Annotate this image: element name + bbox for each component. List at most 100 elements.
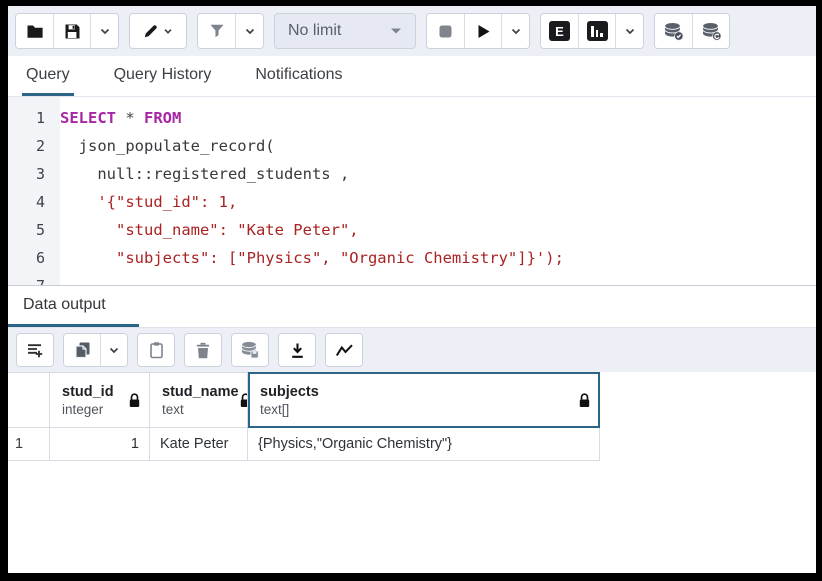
line-number: 2 [8, 132, 60, 160]
column-name: subjects [260, 384, 319, 400]
explain-analyze-button[interactable] [578, 14, 615, 48]
tab-query[interactable]: Query [22, 56, 74, 96]
pencil-icon [142, 23, 159, 40]
delete-row-button[interactable] [185, 334, 221, 366]
add-row-icon [26, 342, 44, 359]
download-group [278, 333, 316, 367]
cell-stud-id[interactable]: 1 [50, 428, 150, 461]
paste-button[interactable] [138, 334, 174, 366]
edit-dropdown-button[interactable] [130, 14, 186, 48]
results-header-row: stud_id integer stud_name text [8, 372, 816, 428]
line-number: 1 [8, 104, 60, 132]
filter-dropdown-button[interactable] [235, 14, 263, 48]
save-button[interactable] [53, 14, 90, 48]
add-row-group [16, 333, 54, 367]
folder-icon [26, 23, 44, 40]
row-limit-value: No limit [288, 22, 341, 40]
explain-button-group: E [540, 13, 644, 49]
filter-button-group [197, 13, 264, 49]
line-number: 7 [8, 272, 60, 285]
tab-data-output[interactable]: Data output [8, 286, 816, 314]
code-line-4: 4 '{"stud_id": 1, [8, 188, 816, 216]
line-chart-icon [335, 343, 354, 358]
transaction-button-group [654, 13, 730, 49]
query-tool-tabs: Query Query History Notifications [8, 56, 816, 97]
column-header-stud-name[interactable]: stud_name text [150, 372, 248, 428]
lock-icon [239, 393, 248, 408]
column-name: stud_id [62, 384, 114, 400]
filter-button[interactable] [198, 14, 235, 48]
delete-group [184, 333, 222, 367]
paste-icon [148, 341, 165, 359]
line-number: 3 [8, 160, 60, 188]
chevron-down-icon [509, 24, 523, 38]
save-dropdown-button[interactable] [90, 14, 118, 48]
copy-dropdown-button[interactable] [100, 334, 127, 366]
output-toolbar [8, 327, 816, 372]
save-data-group [231, 333, 269, 367]
lock-icon [128, 393, 141, 408]
output-panel-tabs: Data output [8, 285, 816, 327]
filter-icon [209, 23, 225, 39]
trash-icon [195, 342, 211, 359]
chevron-down-icon [107, 343, 121, 357]
column-header-subjects[interactable]: subjects text[] [248, 372, 600, 428]
add-row-button[interactable] [17, 334, 53, 366]
cell-stud-name[interactable]: Kate Peter [150, 428, 248, 461]
cell-subjects[interactable]: {Physics,"Organic Chemistry"} [248, 428, 600, 461]
row-limit-select[interactable]: No limit [274, 13, 416, 49]
query-tool-window: No limit E [0, 0, 822, 581]
results-grid: stud_id integer stud_name text [8, 372, 816, 461]
column-header-stud-id[interactable]: stud_id integer [50, 372, 150, 428]
chevron-down-icon [98, 24, 112, 38]
row-number-cell[interactable]: 1 [8, 428, 50, 461]
sql-code: 1SELECT * FROM 2 json_populate_record( 3… [8, 97, 816, 285]
graph-visualiser-button[interactable] [326, 334, 362, 366]
execute-button-group [426, 13, 530, 49]
empty-area [8, 461, 816, 573]
execute-dropdown-button[interactable] [501, 14, 529, 48]
line-number: 6 [8, 244, 60, 272]
line-number: 5 [8, 216, 60, 244]
column-type: text [162, 402, 239, 417]
edit-button-group [129, 13, 187, 49]
stop-button[interactable] [427, 14, 464, 48]
code-line-5: 5 "stud_name": "Kate Peter", [8, 216, 816, 244]
column-type: integer [62, 402, 114, 417]
tab-query-history[interactable]: Query History [110, 56, 216, 96]
execute-button[interactable] [464, 14, 501, 48]
dropdown-caret-icon [390, 27, 402, 35]
corner-header-cell[interactable] [8, 372, 50, 428]
column-name: stud_name [162, 384, 239, 400]
header-filler [600, 372, 816, 428]
file-button-group [15, 13, 119, 49]
commit-button[interactable] [655, 14, 692, 48]
paste-group [137, 333, 175, 367]
tab-query-history-label: Query History [114, 66, 212, 84]
copy-icon [74, 341, 91, 359]
save-data-changes-button[interactable] [232, 334, 268, 366]
sql-editor[interactable]: 1SELECT * FROM 2 json_populate_record( 3… [8, 97, 816, 285]
explain-button[interactable]: E [541, 14, 578, 48]
row-filler [600, 428, 816, 461]
rollback-icon [701, 22, 722, 41]
tab-notifications[interactable]: Notifications [251, 56, 346, 96]
line-number: 4 [8, 188, 60, 216]
rollback-button[interactable] [692, 14, 729, 48]
column-type: text[] [260, 402, 319, 417]
code-line-7: 7 [8, 272, 816, 285]
download-results-button[interactable] [279, 334, 315, 366]
main-toolbar: No limit E [8, 6, 816, 56]
lock-icon [578, 393, 591, 408]
copy-group [63, 333, 128, 367]
save-icon [64, 23, 81, 40]
database-save-icon [240, 341, 260, 359]
open-file-button[interactable] [16, 14, 53, 48]
explain-dropdown-button[interactable] [615, 14, 643, 48]
explain-analyze-icon [587, 21, 608, 41]
stop-icon [437, 23, 454, 40]
table-row: 1 1 Kate Peter {Physics,"Organic Chemist… [8, 428, 816, 461]
code-line-3: 3 null::registered_students , [8, 160, 816, 188]
commit-icon [663, 22, 684, 41]
copy-button[interactable] [64, 334, 100, 366]
